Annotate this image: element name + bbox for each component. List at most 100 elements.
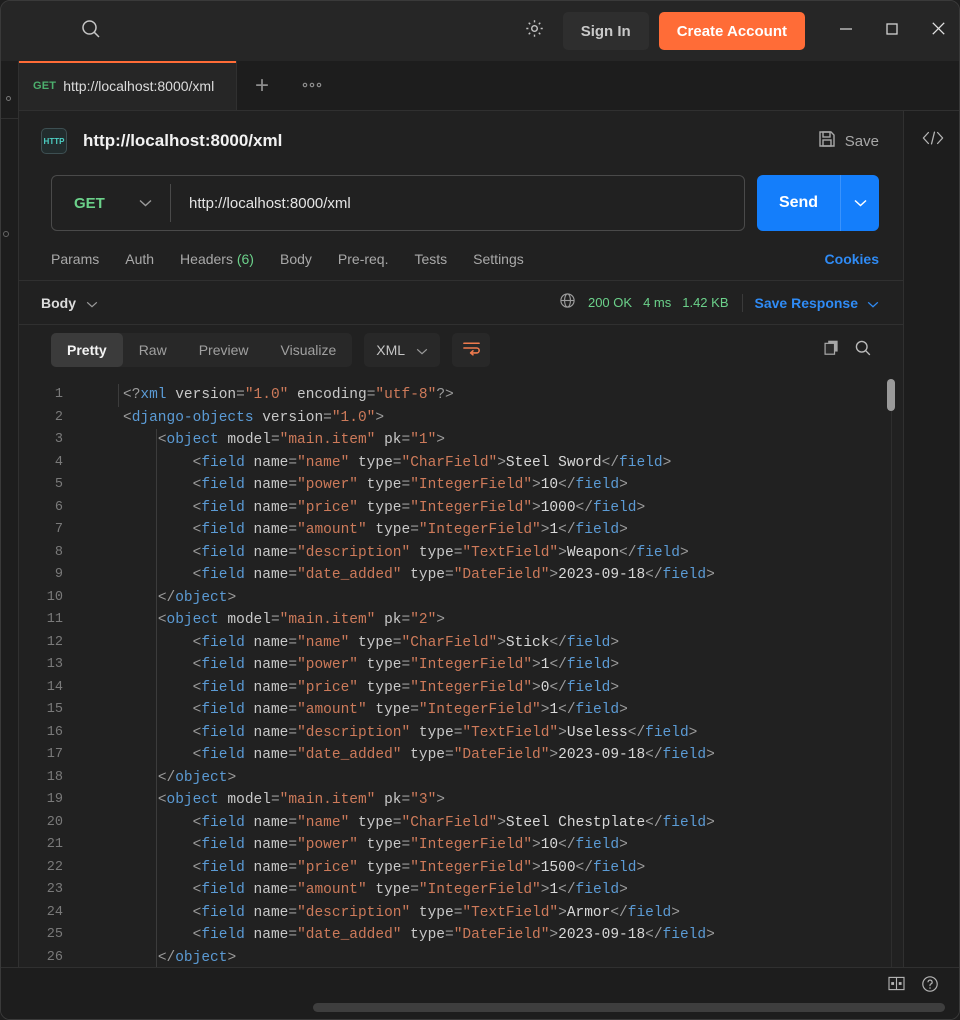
line-number: 24 [46, 904, 63, 920]
new-tab-button[interactable]: + [237, 61, 287, 110]
fold-gutter[interactable] [77, 902, 123, 925]
tab-more-options-button[interactable] [287, 61, 337, 110]
response-format-select[interactable]: XML [364, 333, 441, 367]
line-number: 8 [54, 544, 63, 560]
fold-gutter[interactable] [77, 564, 123, 587]
title-bar: Sign In Create Account [1, 1, 959, 61]
fold-gutter[interactable] [77, 609, 123, 632]
request-tab[interactable]: GET http://localhost:8000/xml [19, 61, 237, 110]
code-text: <field name="price" type="IntegerField">… [192, 859, 646, 876]
tab-body[interactable]: Body [280, 251, 312, 267]
request-title: http://localhost:8000/xml [83, 131, 283, 150]
copy-response-button[interactable] [815, 334, 847, 366]
tab-settings[interactable]: Settings [473, 251, 524, 267]
fold-gutter[interactable] [77, 429, 123, 452]
response-body-code[interactable]: 1 <?xml version="1.0" encoding="utf-8"?> 2… [19, 379, 903, 1019]
cookies-link[interactable]: Cookies [825, 251, 879, 267]
fold-gutter[interactable] [77, 947, 123, 970]
search-response-button[interactable] [847, 334, 879, 366]
code-text: <field name="power" type="IntegerField">… [192, 477, 628, 493]
tab-settings-label: Settings [473, 250, 524, 267]
settings-button[interactable] [515, 11, 555, 51]
tab-tests[interactable]: Tests [414, 251, 447, 267]
view-tab-visualize[interactable]: Visualize [265, 333, 353, 367]
code-text: <field name="amount" type="IntegerField"… [192, 522, 628, 538]
tab-pre-request[interactable]: Pre-req. [338, 251, 389, 267]
horizontal-scrollbar[interactable] [313, 1003, 945, 1012]
layout-toggle-button[interactable] [879, 970, 913, 1002]
fold-gutter[interactable] [77, 857, 123, 880]
headers-count-badge: (6) [236, 250, 254, 267]
fold-gutter[interactable] [77, 722, 123, 745]
fold-gutter[interactable] [77, 744, 123, 767]
code-vertical-scrollbar[interactable] [887, 379, 895, 1019]
fold-gutter[interactable] [77, 632, 123, 655]
code-text: <field name="description" type="TextFiel… [192, 544, 689, 561]
code-scroll-thumb[interactable] [887, 379, 895, 411]
network-info-button[interactable] [559, 292, 576, 314]
search-icon [854, 339, 872, 362]
maximize-button[interactable] [869, 1, 915, 61]
line-number: 12 [46, 634, 63, 650]
fold-gutter[interactable] [77, 812, 123, 835]
tab-auth[interactable]: Auth [125, 251, 154, 267]
chevron-down-icon [86, 295, 98, 311]
create-account-button[interactable]: Create Account [658, 12, 805, 50]
wrap-lines-button[interactable] [452, 333, 491, 367]
send-options-button[interactable] [841, 199, 879, 207]
tab-headers[interactable]: Headers (6) [180, 251, 254, 267]
fold-gutter[interactable] [77, 699, 123, 722]
sign-in-button[interactable]: Sign In [562, 12, 649, 50]
help-button[interactable] [913, 970, 947, 1002]
response-body-select[interactable]: Body [41, 295, 98, 311]
fold-gutter[interactable] [77, 834, 123, 857]
code-line: 23 <field name="amount" type="IntegerFie… [19, 879, 903, 902]
view-tab-raw-label: Raw [138, 342, 167, 358]
fold-gutter[interactable] [77, 767, 123, 790]
code-text: <field name="date_added" type="DateField… [192, 927, 715, 943]
fold-gutter[interactable] [77, 519, 123, 542]
fold-gutter[interactable] [77, 654, 123, 677]
code-line: 3 <object model="main.item" pk="1"> [19, 429, 903, 452]
window-controls [823, 1, 959, 61]
code-line: 13 <field name="power" type="IntegerFiel… [19, 654, 903, 677]
tab-headers-label: Headers [180, 250, 233, 267]
fold-gutter[interactable] [77, 677, 123, 700]
response-size: 1.42 KB [682, 295, 729, 310]
line-number: 6 [54, 499, 63, 515]
view-tab-pretty-label: Pretty [67, 342, 107, 358]
tab-params[interactable]: Params [51, 251, 99, 267]
code-text: <field name="description" type="TextFiel… [192, 724, 698, 741]
two-pane-layout-icon [887, 976, 905, 996]
fold-gutter[interactable] [77, 542, 123, 565]
url-input[interactable]: http://localhost:8000/xml [171, 176, 744, 230]
global-search-button[interactable] [61, 1, 121, 61]
fold-gutter[interactable] [77, 924, 123, 947]
send-request-button[interactable]: Send [757, 175, 879, 231]
view-tab-raw[interactable]: Raw [123, 333, 183, 367]
line-number: 22 [46, 859, 63, 875]
http-method-select[interactable]: GET [52, 176, 170, 230]
fold-gutter[interactable] [77, 474, 123, 497]
view-tab-pretty[interactable]: Pretty [51, 333, 123, 367]
close-button[interactable] [915, 1, 959, 61]
fold-gutter[interactable] [77, 384, 123, 407]
fold-gutter[interactable] [77, 407, 123, 430]
code-text: <field name="amount" type="IntegerField"… [192, 882, 628, 898]
fold-gutter[interactable] [77, 879, 123, 902]
minimize-button[interactable] [823, 1, 869, 61]
code-snippet-button[interactable] [904, 111, 959, 169]
save-request-button[interactable]: Save [808, 124, 889, 158]
left-sidebar-strip[interactable] [1, 61, 19, 1019]
fold-gutter[interactable] [77, 587, 123, 610]
line-number: 23 [46, 882, 63, 897]
line-number: 1 [54, 387, 63, 402]
fold-gutter[interactable] [77, 497, 123, 520]
save-response-button[interactable]: Save Response [755, 295, 880, 311]
code-text: <?xml version="1.0" encoding="utf-8"?> [123, 387, 454, 403]
sidebar-collapse-handle[interactable] [6, 96, 11, 101]
view-tab-preview[interactable]: Preview [183, 333, 265, 367]
fold-gutter[interactable] [77, 789, 123, 812]
fold-gutter[interactable] [77, 452, 123, 475]
code-text: <field name="price" type="IntegerField">… [192, 499, 646, 516]
